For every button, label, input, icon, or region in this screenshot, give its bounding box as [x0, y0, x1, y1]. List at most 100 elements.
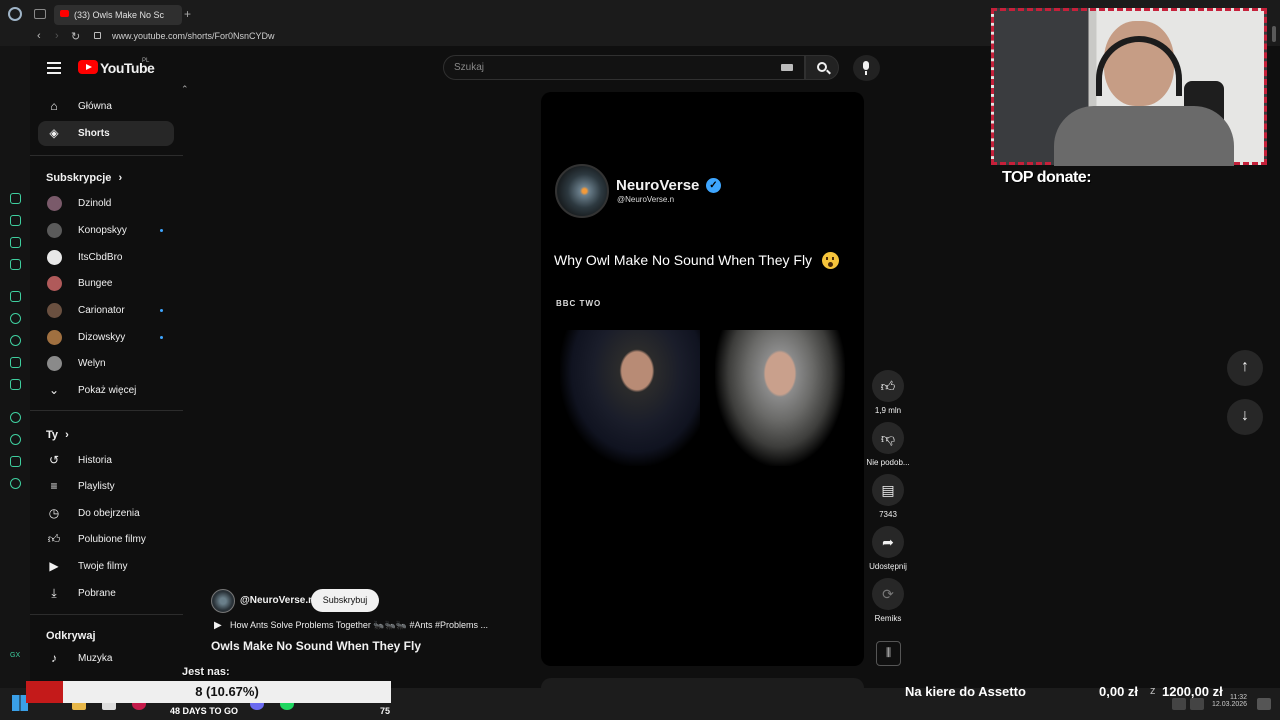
sidebar-item-label: Pokaż więcej [78, 385, 137, 396]
rail-extensions-icon[interactable] [10, 456, 21, 467]
avatar [47, 250, 62, 265]
microphone-icon [863, 61, 869, 70]
next-short-button[interactable]: ↓ [1227, 399, 1263, 435]
rail-clock-icon[interactable] [10, 434, 21, 445]
sidebar-item-label: Dzinold [78, 198, 112, 209]
menu-icon[interactable] [47, 62, 61, 77]
like-button[interactable]: 👍︎ [872, 370, 904, 402]
network-icon[interactable] [1172, 698, 1186, 710]
share-label: Udostępnij [869, 562, 907, 571]
sidebar-item-label: Pobrane [78, 588, 116, 599]
rail-bag-icon[interactable] [10, 215, 21, 226]
arrow-down-icon: ↓ [1241, 407, 1249, 424]
your-videos-icon: ▶ [49, 559, 59, 573]
sound-button[interactable]: ⫼ [876, 641, 901, 666]
sidebar-item-your-videos[interactable]: ▶ Twoje filmy [38, 554, 174, 579]
sidebar-item-music[interactable]: ♪ Muzyka [38, 646, 174, 671]
video-person-right [715, 330, 845, 466]
forward-button[interactable]: › [55, 30, 59, 42]
channel-avatar[interactable] [211, 589, 235, 613]
you-title-text: Ty [46, 429, 59, 441]
sidebar-item-subscription[interactable]: Welyn [38, 351, 174, 376]
sidebar-item-label: Carionator [78, 305, 125, 316]
region-code: PL [142, 58, 150, 64]
keyboard-icon[interactable] [781, 64, 793, 71]
volume-icon[interactable] [1190, 698, 1204, 710]
history-icon: ↺ [48, 453, 60, 467]
url-field[interactable]: www.youtube.com/shorts/For0NsnCYDw [112, 31, 275, 41]
donation-goal-label: Na kiere do Assetto [905, 684, 1026, 699]
sidebar-item-downloads[interactable]: ⤓ Pobrane [38, 581, 174, 606]
new-tab-button[interactable]: + [184, 7, 191, 21]
remix-button[interactable]: ⟳ [872, 578, 904, 610]
verified-badge-icon: ✓ [706, 178, 721, 193]
comments-icon: ▤ [881, 482, 895, 498]
donation-goal-separator: z [1150, 685, 1156, 697]
search-bar[interactable] [443, 55, 805, 80]
rail-settings-icon[interactable] [10, 478, 21, 489]
avatar [47, 303, 62, 318]
back-button[interactable]: ‹ [37, 30, 41, 42]
rail-m-icon[interactable] [10, 259, 21, 270]
sidebar-item-subscription[interactable]: Carionator [38, 298, 174, 323]
new-content-dot [160, 229, 163, 232]
rail-player-icon[interactable] [10, 412, 21, 423]
opera-logo-icon[interactable] [8, 7, 22, 21]
dislike-button[interactable]: 👎︎ [872, 422, 904, 454]
sidebar-item-subscription[interactable]: Bungee [38, 271, 174, 296]
voice-search-button[interactable] [853, 55, 880, 81]
chevron-right-icon: › [65, 429, 69, 441]
rail-image-icon[interactable] [10, 237, 21, 248]
youtube-logo-icon[interactable] [78, 60, 98, 74]
like-icon: 👍︎ [47, 532, 61, 546]
channel-handle-link[interactable]: @NeuroVerse.n [240, 595, 314, 606]
rail-instagram-icon[interactable] [10, 357, 21, 368]
rail-whatsapp-icon[interactable] [10, 335, 21, 346]
comments-button[interactable]: ▤ [872, 474, 904, 506]
avatar [47, 356, 62, 371]
goal-target-count: 75 [380, 706, 391, 716]
rail-refresh-icon[interactable] [10, 193, 21, 204]
sidebar-item-subscription[interactable]: Dizowskyy [38, 325, 174, 350]
sidebar-item-label: Twoje filmy [78, 561, 128, 572]
gx-label[interactable]: GX [10, 652, 20, 659]
subscribe-button[interactable]: Subskrybuj [311, 589, 379, 612]
search-input[interactable] [454, 62, 754, 73]
sidebar-item-subscription[interactable]: ItsCbdBro [38, 245, 174, 270]
avatar [47, 196, 62, 211]
scrollbar[interactable] [1272, 26, 1276, 42]
sidebar-item-subscription[interactable]: Konopskyy [38, 218, 174, 243]
you-title[interactable]: Ty › [46, 429, 69, 441]
sidebar-item-watch-later[interactable]: ◷ Do obejrzenia [38, 501, 174, 526]
related-video-link[interactable]: How Ants Solve Problems Together 🐜🐜🐜 #An… [230, 620, 488, 631]
sidebar-scroll-up-icon[interactable]: ⌃ [181, 84, 189, 95]
sidebar-item-subscription[interactable]: Dzinold [38, 191, 174, 216]
audio-wave-icon: ⫼ [885, 647, 892, 659]
search-button[interactable] [805, 55, 839, 80]
notifications-icon[interactable] [1257, 698, 1271, 710]
share-icon: ➦ [882, 534, 894, 550]
sidebar-item-show-more[interactable]: ⌄ Pokaż więcej [38, 378, 174, 403]
rail-messenger-icon[interactable] [10, 313, 21, 324]
rail-tiktok-icon[interactable] [10, 379, 21, 390]
sidebar-item-playlists[interactable]: ≡ Playlisty [38, 474, 174, 499]
sidebar-item-history[interactable]: ↺ Historia [38, 448, 174, 473]
browser-tab[interactable]: (33) Owls Make No Sc [54, 5, 182, 25]
video-person-left [560, 330, 700, 466]
sidebar-item-home[interactable]: ⌂ Główna [38, 94, 174, 119]
avatar [47, 276, 62, 291]
subscriptions-title[interactable]: Subskrypcje › [46, 172, 122, 184]
previous-short-button[interactable]: ↑ [1227, 350, 1263, 386]
sidebar-item-shorts[interactable]: ◈ Shorts [38, 121, 174, 146]
tab-switcher-icon[interactable] [34, 9, 46, 19]
rail-twitch-icon[interactable] [10, 291, 21, 302]
donation-goal-current: 0,00 zł [1099, 684, 1139, 699]
sidebar-item-liked[interactable]: 👍︎ Polubione filmy [38, 527, 174, 552]
reload-button[interactable]: ↻ [71, 30, 80, 43]
video-channel-handle: @NeuroVerse.n [617, 195, 675, 204]
sidebar-divider [30, 155, 183, 156]
share-button[interactable]: ➦ [872, 526, 904, 558]
sidebar-item-label: Polubione filmy [78, 534, 146, 545]
avatar [47, 330, 62, 345]
sidebar-item-label: Do obejrzenia [78, 508, 140, 519]
